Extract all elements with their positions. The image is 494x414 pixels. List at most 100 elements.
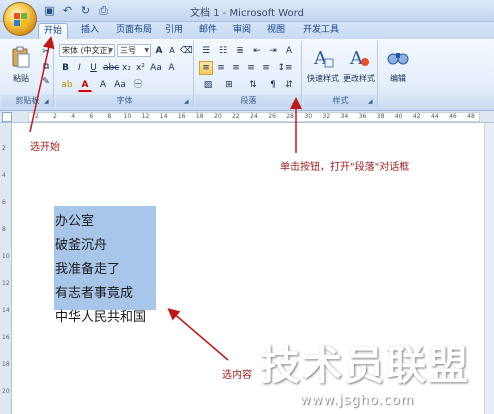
- ruler-number: 8: [2, 226, 6, 233]
- quick-styles-button[interactable]: A 快速样式: [306, 45, 340, 84]
- tab-references[interactable]: 引用: [160, 23, 188, 39]
- ruler-number: 42: [412, 113, 421, 120]
- ruler-number: 10: [123, 113, 132, 120]
- distributed-button[interactable]: ≡: [259, 61, 273, 75]
- copy-icon[interactable]: ⧉: [40, 60, 52, 74]
- text-direction-icon[interactable]: ⇵: [282, 78, 296, 92]
- tab-page-layout[interactable]: 页面布局: [110, 23, 158, 39]
- align-center-button[interactable]: ≡: [214, 61, 228, 75]
- tab-developer[interactable]: 开发工具: [298, 23, 344, 39]
- ruler-number: 46: [449, 113, 457, 120]
- ruler-number: 8: [107, 113, 112, 120]
- show-marks-icon[interactable]: ¶: [266, 78, 280, 92]
- tab-selector-icon[interactable]: [2, 112, 12, 122]
- italic-button[interactable]: I: [73, 61, 86, 75]
- title-bar: ▣ ↶ ↻ ⎙ 文档 1 - Microsoft Word: [0, 0, 494, 22]
- chinese-layout-icon[interactable]: A: [282, 44, 296, 58]
- styles-launcher-icon[interactable]: ◢: [368, 98, 375, 105]
- doc-line-2[interactable]: 破釜沉舟: [55, 235, 107, 256]
- bold-button[interactable]: B: [59, 61, 72, 75]
- font-name-value: 宋体 (中文正): [62, 46, 111, 55]
- doc-line-5[interactable]: 中华人民共和国: [55, 307, 146, 328]
- char-scale-icon[interactable]: Aa: [113, 78, 127, 92]
- ruler-number: 6: [89, 113, 94, 120]
- font-launcher-icon[interactable]: ◢: [184, 98, 191, 105]
- tab-review[interactable]: 审阅: [228, 23, 256, 39]
- clipboard-group: 粘贴 ✂ ⧉ ✎ 剪贴板 ◢: [2, 41, 54, 107]
- quick-styles-icon: A: [313, 48, 334, 69]
- decrease-indent-icon[interactable]: ⇤: [250, 44, 264, 58]
- format-painter-icon[interactable]: ✎: [40, 75, 52, 89]
- change-styles-icon: A: [349, 48, 369, 69]
- editing-group: 编辑: [380, 41, 416, 107]
- tab-mailings[interactable]: 邮件: [194, 23, 222, 39]
- superscript-button[interactable]: x²: [134, 61, 147, 75]
- quick-styles-label: 快速样式: [307, 74, 339, 83]
- align-left-button[interactable]: ≡: [199, 61, 213, 75]
- strikethrough-button[interactable]: abc: [102, 61, 119, 75]
- sort-icon[interactable]: ⇅: [244, 78, 262, 92]
- horizontal-ruler[interactable]: 2 2 4 6 8 10 12 14 16 18 20 22 24 26 28 30 32 34 36 38 40 42 4…: [0, 111, 494, 123]
- svg-text:A: A: [349, 48, 364, 69]
- multilevel-list-icon[interactable]: ≣: [233, 44, 247, 58]
- ruler-number: 24: [250, 113, 258, 120]
- ruler-number: 20: [2, 388, 10, 395]
- vertical-ruler[interactable]: 2 4 6 8 10 12 14 16 18 20: [0, 123, 12, 414]
- paragraph-dialog-launcher-icon[interactable]: ◢: [292, 98, 299, 105]
- ruler-scale: 2 2 4 6 8 10 12 14 16 18 20 22 24 26 28 30 32 34 36 38 40 42 4…: [28, 112, 480, 122]
- ruler-number: 40: [394, 113, 403, 120]
- char-border-icon[interactable]: A: [165, 61, 178, 75]
- line-spacing-icon[interactable]: ↕≡: [276, 61, 294, 75]
- ruler-number: 14: [159, 113, 168, 120]
- tab-home[interactable]: 开始: [38, 23, 68, 39]
- ruler-number: 38: [376, 113, 385, 120]
- font-size-combo[interactable]: 三号 ▼: [117, 44, 151, 57]
- font-name-combo[interactable]: 宋体 (中文正) ▼: [59, 44, 115, 57]
- tab-view[interactable]: 视图: [262, 23, 290, 39]
- font-color-icon[interactable]: A: [78, 78, 92, 92]
- char-shading-icon[interactable]: A: [96, 78, 110, 92]
- borders-icon[interactable]: ⊞: [220, 78, 238, 92]
- cut-icon[interactable]: ✂: [40, 45, 52, 59]
- increase-indent-icon[interactable]: ⇥: [266, 44, 280, 58]
- grow-font-button[interactable]: A: [153, 44, 165, 58]
- styles-group: A 快速样式 A 更改样式 样式 ◢: [304, 41, 378, 107]
- underline-button[interactable]: U: [87, 61, 100, 75]
- ruler-number: 6: [2, 199, 6, 206]
- bullets-icon[interactable]: ☰: [199, 44, 213, 58]
- ribbon: 粘贴 ✂ ⧉ ✎ 剪贴板 ◢ 宋体 (中文正) ▼ 三号 ▼ A A ⌫ B I…: [0, 39, 494, 111]
- watermark-title: 技术员联盟: [260, 343, 470, 389]
- justify-button[interactable]: ≡: [244, 61, 258, 75]
- ruler-number: 12: [2, 280, 10, 287]
- office-logo-icon: [14, 13, 27, 26]
- paste-button[interactable]: 粘贴: [4, 45, 38, 84]
- doc-line-1[interactable]: 办公室: [55, 211, 94, 232]
- subscript-button[interactable]: x₂: [120, 61, 133, 75]
- tab-insert[interactable]: 插入: [76, 23, 104, 39]
- ruler-number: 14: [2, 307, 10, 314]
- ruler-number: 30: [304, 113, 313, 120]
- vertical-scrollbar[interactable]: [484, 123, 494, 414]
- align-right-button[interactable]: ≡: [229, 61, 243, 75]
- annotation-select-content: 选内容: [222, 370, 252, 381]
- editing-label: 编辑: [390, 74, 406, 83]
- clipboard-launcher-icon[interactable]: ◢: [44, 98, 51, 105]
- ruler-number: 16: [2, 334, 10, 341]
- change-case-icon[interactable]: Aa: [149, 61, 163, 75]
- ruler-number: 36: [358, 113, 367, 120]
- doc-line-3[interactable]: 我准备走了: [55, 259, 120, 280]
- clear-format-icon[interactable]: ⌫: [179, 44, 193, 58]
- enclose-char-icon[interactable]: ㊀: [131, 78, 145, 92]
- shrink-font-button[interactable]: A: [166, 44, 178, 58]
- change-styles-button[interactable]: A 更改样式: [342, 45, 376, 84]
- ruler-number: 34: [340, 113, 349, 120]
- editing-button[interactable]: 编辑: [381, 45, 415, 84]
- office-button[interactable]: [3, 2, 37, 36]
- numbering-icon[interactable]: ☷: [216, 44, 230, 58]
- chevron-down-icon: ▼: [144, 47, 149, 54]
- shading-icon[interactable]: ▨: [199, 78, 217, 92]
- ribbon-tab-bar: 开始 插入 页面布局 引用 邮件 审阅 视图 开发工具: [0, 22, 494, 39]
- ruler-number: 2: [53, 113, 57, 120]
- highlight-icon[interactable]: ab: [59, 78, 75, 92]
- doc-line-4[interactable]: 有志者事竟成: [55, 283, 133, 304]
